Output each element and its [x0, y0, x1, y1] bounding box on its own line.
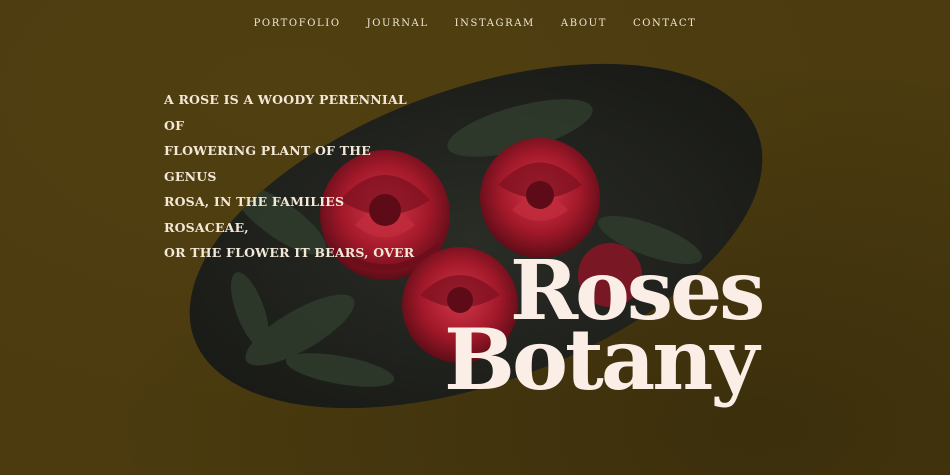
- page: PORTOFOLIO JOURNAL INSTAGRAM ABOUT CONTA…: [0, 0, 950, 475]
- intro-text: A ROSE IS A WOODY PERENNIAL OF FLOWERING…: [164, 87, 424, 266]
- nav-journal[interactable]: JOURNAL: [367, 18, 429, 29]
- intro-line: A ROSE IS A WOODY PERENNIAL OF: [164, 92, 407, 133]
- intro-line: OR THE FLOWER IT BEARS, OVER: [164, 245, 415, 260]
- nav-about[interactable]: ABOUT: [561, 18, 607, 29]
- intro-line: FLOWERING PLANT OF THE GENUS: [164, 143, 371, 184]
- nav-contact[interactable]: CONTACT: [633, 18, 696, 29]
- title-botany: Botany: [444, 310, 759, 409]
- nav-instagram[interactable]: INSTAGRAM: [455, 18, 535, 29]
- main-nav: PORTOFOLIO JOURNAL INSTAGRAM ABOUT CONTA…: [0, 18, 950, 29]
- nav-portofolio[interactable]: PORTOFOLIO: [254, 18, 341, 29]
- intro-line: ROSA, IN THE FAMILIES ROSACEAE,: [164, 194, 345, 235]
- rose-right: [480, 138, 600, 258]
